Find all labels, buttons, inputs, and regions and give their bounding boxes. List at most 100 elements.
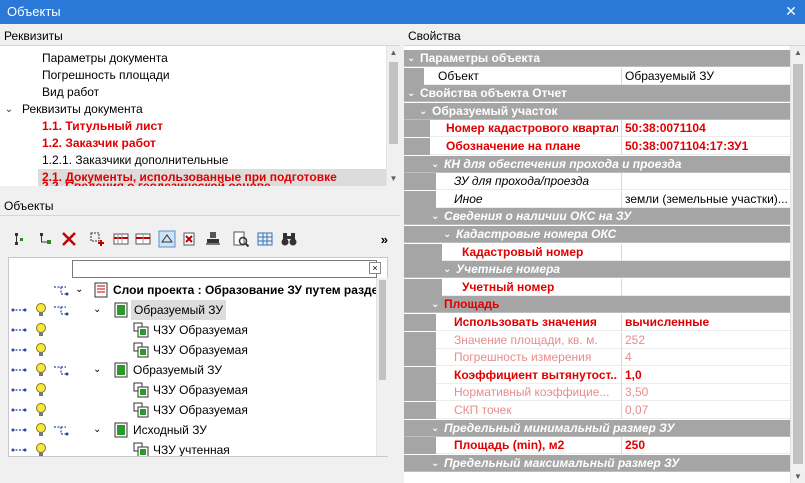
property-value[interactable]: вычисленные bbox=[621, 314, 790, 331]
property-category[interactable]: ⌄ Параметры объекта bbox=[404, 50, 790, 67]
property-value[interactable] bbox=[621, 243, 790, 261]
property-value[interactable]: 250 bbox=[621, 437, 790, 455]
requisites-item[interactable]: 1.1. Титульный лист bbox=[0, 118, 386, 135]
requisites-item[interactable]: Вид работ bbox=[0, 84, 386, 101]
close-button[interactable]: ✕ bbox=[777, 0, 805, 24]
expand-chevron-icon[interactable]: ⌄ bbox=[3, 101, 15, 118]
visibility-bulb-icon[interactable] bbox=[33, 422, 49, 438]
collapse-chevron-icon[interactable]: ⌄ bbox=[431, 296, 439, 313]
visibility-bulb-icon[interactable] bbox=[33, 402, 49, 418]
property-row[interactable]: Значение площади, кв. м. 252 bbox=[404, 331, 790, 349]
property-row[interactable]: Использовать значения вычисленные bbox=[404, 314, 790, 331]
property-row[interactable]: Обозначение на плане 50:38:0071104:17:ЗУ1 bbox=[404, 138, 790, 155]
visibility-bulb-icon[interactable] bbox=[33, 322, 49, 338]
link-icon[interactable] bbox=[11, 382, 27, 398]
link-branch-icon[interactable] bbox=[53, 422, 69, 438]
expand-chevron-icon[interactable]: ⌄ bbox=[75, 280, 83, 300]
preview-icon[interactable] bbox=[232, 230, 250, 248]
collapse-chevron-icon[interactable]: ⌄ bbox=[443, 261, 451, 278]
objects-scroll-thumb[interactable] bbox=[379, 280, 386, 380]
visibility-bulb-icon[interactable] bbox=[33, 342, 49, 358]
props-scroll-thumb[interactable] bbox=[793, 64, 803, 464]
collapse-chevron-icon[interactable]: ⌄ bbox=[431, 420, 439, 437]
collapse-chevron-icon[interactable]: ⌄ bbox=[407, 50, 415, 67]
requisites-item[interactable]: 1.2.1. Заказчики дополнительные bbox=[0, 152, 386, 169]
add-object-icon[interactable] bbox=[88, 230, 106, 248]
toolbar-overflow-button[interactable]: » bbox=[381, 232, 388, 247]
requisites-item[interactable]: ⌄ Реквизиты документа bbox=[0, 101, 386, 118]
stamp-icon[interactable] bbox=[204, 230, 222, 248]
property-value[interactable]: 50:38:0071104:17:ЗУ1 bbox=[621, 138, 790, 155]
grid-icon[interactable] bbox=[256, 230, 274, 248]
tree-add-icon[interactable] bbox=[38, 230, 56, 248]
link-branch-icon[interactable] bbox=[53, 302, 69, 318]
collapse-chevron-icon[interactable]: ⌄ bbox=[431, 156, 439, 173]
props-scroll-up-icon[interactable]: ▲ bbox=[791, 48, 805, 57]
properties-grid[interactable]: ⌄ Параметры объекта Объект Образуемый ЗУ ⌄ Св… bbox=[404, 46, 790, 483]
link-icon[interactable] bbox=[53, 282, 69, 298]
property-row[interactable]: Номер кадастрового квартала 50:38:0071104 bbox=[404, 120, 790, 138]
property-row[interactable]: Нормативный коэффицие... 3,50 bbox=[404, 384, 790, 402]
property-row[interactable]: Учетный номер bbox=[404, 278, 790, 296]
requisites-item[interactable]: Параметры документа bbox=[0, 50, 386, 67]
visibility-bulb-icon[interactable] bbox=[33, 302, 49, 318]
property-value[interactable]: 252 bbox=[621, 331, 790, 349]
property-value[interactable]: 50:38:0071104 bbox=[621, 120, 790, 138]
filter-input[interactable] bbox=[72, 260, 377, 278]
scroll-up-arrow-icon[interactable]: ▲ bbox=[387, 46, 400, 60]
table-red2-icon[interactable] bbox=[134, 230, 152, 248]
requisites-scrollbar[interactable]: ▲ ▼ bbox=[386, 46, 400, 186]
link-icon[interactable] bbox=[11, 322, 27, 338]
link-icon[interactable] bbox=[11, 442, 27, 456]
property-category[interactable]: ⌄ Площадь bbox=[404, 296, 790, 314]
tree-expand-icon[interactable] bbox=[12, 230, 30, 248]
property-value[interactable]: 1,0 bbox=[621, 366, 790, 384]
property-value[interactable]: 4 bbox=[621, 349, 790, 367]
table-red-icon[interactable] bbox=[112, 230, 130, 248]
tree-row[interactable]: ЧЗУ Образуемая bbox=[9, 320, 379, 340]
property-value[interactable]: 3,50 bbox=[621, 384, 790, 402]
property-value[interactable]: Образуемый ЗУ bbox=[621, 67, 790, 85]
property-category[interactable]: ⌄ Свойства объекта Отчет bbox=[404, 85, 790, 103]
property-row[interactable]: ЗУ для прохода/проезда bbox=[404, 173, 790, 191]
collapse-chevron-icon[interactable]: ⌄ bbox=[431, 455, 439, 472]
delete-icon[interactable] bbox=[60, 230, 78, 248]
tree-row[interactable]: ЧЗУ учтенная bbox=[9, 440, 379, 456]
link-icon[interactable] bbox=[11, 302, 27, 318]
properties-scrollbar[interactable]: ▲ ▼ bbox=[790, 46, 805, 483]
property-category[interactable]: ⌄ Кадастровые номера ОКС bbox=[404, 226, 790, 243]
property-row[interactable]: Коэффициент вытянутост... 1,0 bbox=[404, 366, 790, 384]
objects-scrollbar[interactable] bbox=[376, 278, 388, 456]
visibility-bulb-icon[interactable] bbox=[33, 362, 49, 378]
property-row[interactable]: СКП точек 0,07 bbox=[404, 402, 790, 419]
property-row[interactable]: Иное земли (земельные участки)... bbox=[404, 190, 790, 208]
property-value[interactable] bbox=[621, 278, 790, 296]
splitter[interactable] bbox=[0, 188, 400, 196]
requisites-tree[interactable]: Параметры документа Погрешность площади Ви… bbox=[0, 46, 386, 186]
expand-chevron-icon[interactable]: ⌄ bbox=[93, 300, 101, 320]
property-category[interactable]: ⌄ Предельный максимальный размер ЗУ bbox=[404, 454, 790, 472]
tree-row[interactable]: ЧЗУ Образуемая bbox=[9, 380, 379, 400]
props-scroll-down-icon[interactable]: ▼ bbox=[791, 472, 805, 481]
requisites-item[interactable]: 1.2. Заказчик работ bbox=[0, 135, 386, 152]
collapse-chevron-icon[interactable]: ⌄ bbox=[443, 226, 451, 243]
property-value[interactable]: земли (земельные участки)... bbox=[621, 190, 790, 208]
expand-chevron-icon[interactable]: ⌄ bbox=[93, 360, 101, 380]
property-row[interactable]: Кадастровый номер bbox=[404, 243, 790, 261]
tree-row[interactable]: ЧЗУ Образуемая bbox=[9, 400, 379, 420]
property-row[interactable]: Площадь (min), м2 250 bbox=[404, 437, 790, 455]
requisites-item[interactable]: Погрешность площади bbox=[0, 67, 386, 84]
link-icon[interactable] bbox=[11, 402, 27, 418]
select-layer-icon[interactable] bbox=[158, 230, 176, 248]
property-row[interactable]: Погрешность измерения 4 bbox=[404, 349, 790, 367]
link-branch-icon[interactable] bbox=[53, 362, 69, 378]
property-category[interactable]: ⌄ КН для обеспечения прохода и проезда bbox=[404, 155, 790, 173]
property-category[interactable]: ⌄ Образуемый участок bbox=[404, 102, 790, 120]
expand-chevron-icon[interactable]: ⌄ bbox=[93, 420, 101, 440]
clear-icon[interactable] bbox=[180, 230, 198, 248]
link-icon[interactable] bbox=[11, 422, 27, 438]
property-category[interactable]: ⌄ Учетные номера bbox=[404, 261, 790, 279]
scroll-thumb[interactable] bbox=[389, 62, 398, 144]
scroll-down-arrow-icon[interactable]: ▼ bbox=[387, 172, 400, 186]
property-value[interactable] bbox=[621, 173, 790, 191]
